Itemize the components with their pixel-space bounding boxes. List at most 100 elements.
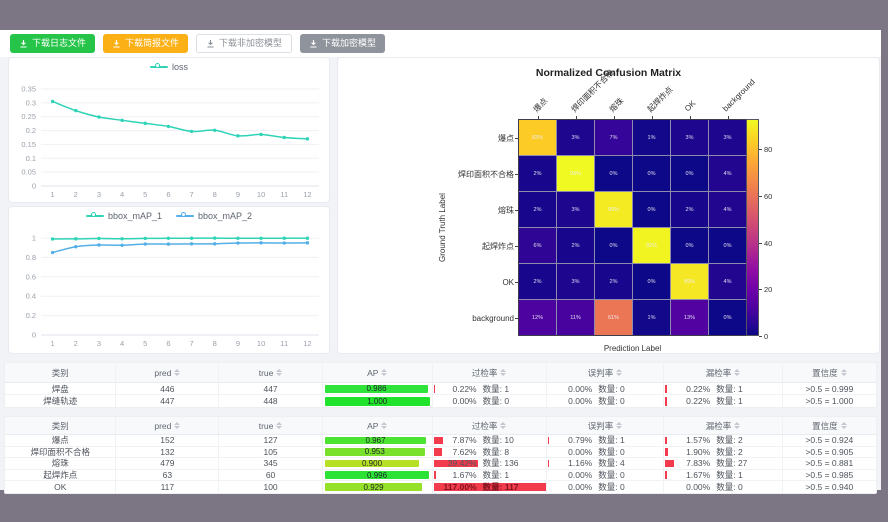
data-point [51,237,54,240]
sort-icon[interactable] [276,422,282,429]
sort-icon[interactable] [841,422,847,429]
column-header-over-rate[interactable]: 过检率 [433,417,547,434]
matrix-cell: 0% [671,156,708,191]
sort-icon[interactable] [734,369,740,376]
table-row: 爆点1521270.9677.87%数量: 100.79%数量: 11.57%数… [5,435,876,447]
sort-icon[interactable] [276,369,282,376]
rate-bar [665,471,667,479]
column-header-over-rate[interactable]: 过检率 [433,363,547,382]
download-encrypted-model-button[interactable]: 下载加密模型 [300,34,385,53]
ap-cell: 0.996 [323,470,433,481]
data-point [306,236,309,239]
ap-bar-track: 0.986 [325,385,430,393]
button-label: 下载加密模型 [322,39,376,48]
ap-cell: 0.929 [323,481,433,493]
matrix-cell: 6% [519,228,556,263]
data-point [213,129,216,132]
column-header-label: 过检率 [472,367,498,379]
legend-item-bbox-map-1[interactable]: bbox_mAP_1 [86,211,162,221]
class-name-cell: 焊缝轨迹 [5,395,116,407]
sort-icon[interactable] [734,422,740,429]
sort-icon[interactable] [500,369,506,376]
data-point [167,242,170,245]
misjudge-cell: 0.00%数量: 0 [547,481,665,493]
y-axis-tick-label: 0 [32,182,36,191]
dashboard: 下载日志文件 下载简报文件 下载非加密模型 下载加密模型 loss [0,0,888,522]
x-axis-tick-label: 11 [280,339,288,348]
download-log-button[interactable]: 下载日志文件 [10,34,95,53]
pred-count-cell: 132 [116,447,219,458]
ap-bar-track: 1.000 [325,397,430,406]
class-name-cell: 熔珠 [5,458,116,469]
rate-bar [665,437,667,445]
ap-bar: 1.000 [325,397,430,406]
matrix-row-label: 起焊炸点 [396,228,514,264]
column-header-pred[interactable]: pred [116,417,219,434]
ap-bar-track: 0.929 [325,483,430,492]
data-point [120,237,123,240]
legend-item-bbox-map-2[interactable]: bbox_mAP_2 [176,211,252,221]
sort-icon[interactable] [381,422,387,429]
sort-icon[interactable] [616,369,622,376]
column-header-confidence[interactable]: 置信度 [783,417,876,434]
legend-label: bbox_mAP_2 [198,211,252,221]
download-icon [206,39,215,48]
confidence-cell: >0.5 = 0.940 [783,481,876,493]
data-point [97,115,100,118]
column-header-misjudge-rate[interactable]: 误判率 [547,363,665,382]
column-header-misjudge-rate[interactable]: 误判率 [547,417,665,434]
sort-icon[interactable] [500,422,506,429]
column-header-true[interactable]: true [219,363,323,382]
data-point [74,109,77,112]
legend-item-loss[interactable]: loss [150,62,188,72]
data-point [97,237,100,240]
class-name-cell: OK [5,481,116,493]
table-row: 焊盘4464470.9860.22%数量: 10.00%数量: 00.22%数量… [5,383,876,395]
column-header-label: 漏检率 [706,420,732,432]
matrix-column-label: 起焊炸点 [644,84,674,114]
column-header-pred[interactable]: pred [116,363,219,382]
y-axis-tick-label: 0.15 [21,140,36,149]
rate-percent: 1.67% [671,470,716,480]
data-point [167,125,170,128]
ap-bar-track: 0.953 [325,448,430,456]
over-detection-cell: 0.22%数量: 1 [433,383,547,394]
sort-icon[interactable] [174,422,180,429]
column-header-label: AP [367,421,378,431]
column-header-confidence[interactable]: 置信度 [783,363,876,382]
column-header-ap[interactable]: AP [323,363,433,382]
x-axis-tick-label: 12 [303,339,311,348]
data-point [190,130,193,133]
column-header-miss-rate[interactable]: 漏检率 [664,363,782,382]
miss-detection-cell: 1.57%数量: 2 [664,435,782,446]
data-point [283,236,286,239]
matrix-colorbar [746,119,759,336]
y-axis-tick-label: 1 [32,234,36,243]
sort-icon[interactable] [174,369,180,376]
rate-percent: 7.62% [439,447,483,457]
colorbar-tick [759,336,762,337]
colorbar-tick [759,196,762,197]
column-header-miss-rate[interactable]: 漏检率 [664,417,782,434]
sort-icon[interactable] [381,369,387,376]
download-report-button[interactable]: 下载简报文件 [103,34,188,53]
misjudge-cell: 1.16%数量: 4 [547,458,665,469]
sort-icon[interactable] [616,422,622,429]
rate-percent: 7.87% [439,435,483,445]
colorbar-tick-label: 60 [764,192,772,201]
column-header-true[interactable]: true [219,417,323,434]
matrix-cell: 0% [633,264,670,299]
results-table-2: 类别predtrueAP过检率误判率漏检率置信度爆点1521270.9677.8… [4,416,877,494]
data-point [190,242,193,245]
over-detection-cell: 39.42%数量: 136 [433,458,547,469]
results-table-1: 类别predtrueAP过检率误判率漏检率置信度焊盘4464470.9860.2… [4,362,877,408]
column-header-ap[interactable]: AP [323,417,433,434]
y-axis-tick-label: 0.25 [21,112,36,121]
matrix-cell: 3% [557,120,594,155]
colorbar-tick-label: 0 [764,332,768,341]
pred-count-cell: 152 [116,435,219,446]
sort-icon[interactable] [841,369,847,376]
download-unencrypted-model-button[interactable]: 下载非加密模型 [196,34,292,53]
download-icon [309,39,318,48]
ap-bar: 0.929 [325,483,422,492]
